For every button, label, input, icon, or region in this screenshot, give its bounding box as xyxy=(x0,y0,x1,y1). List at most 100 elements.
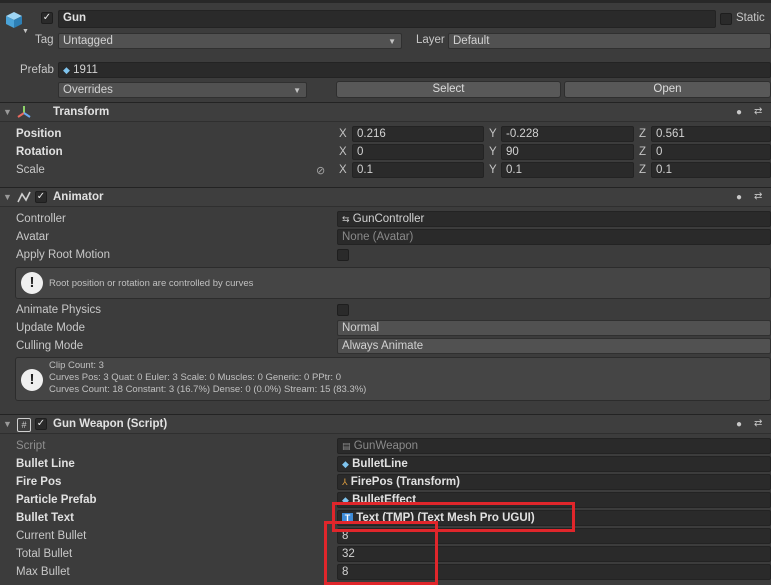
foldout-arrow-icon[interactable]: ▼ xyxy=(3,192,12,202)
scale-z-field[interactable]: 0.1 xyxy=(651,162,771,178)
help-icon[interactable]: ● xyxy=(736,419,742,430)
scale-z-axis[interactable]: Z xyxy=(639,164,646,176)
controller-value: GunController xyxy=(352,213,425,225)
select-button[interactable]: Select xyxy=(336,81,561,98)
preset-icon[interactable]: ⇄ xyxy=(754,418,762,429)
update-mode-label: Update Mode xyxy=(16,322,86,334)
object-name: Gun xyxy=(63,12,86,24)
fire-pos-label: Fire Pos xyxy=(16,476,62,488)
preset-icon[interactable]: ⇄ xyxy=(754,106,762,117)
position-z-axis[interactable]: Z xyxy=(639,128,646,140)
prefab-field[interactable]: ◆ 1911 xyxy=(58,62,771,78)
top-strip xyxy=(0,0,771,3)
position-x-axis[interactable]: X xyxy=(339,128,347,140)
rotation-z-field[interactable]: 0 xyxy=(651,144,771,160)
script-value: GunWeapon xyxy=(353,440,419,452)
script-field: ▤ GunWeapon xyxy=(337,438,771,454)
root-motion-label: Apply Root Motion xyxy=(16,249,110,261)
animate-physics-checkbox[interactable] xyxy=(337,304,349,316)
fire-pos-field[interactable]: ⅄ FirePos (Transform) xyxy=(337,474,771,490)
position-y-field[interactable]: -0.228 xyxy=(501,126,634,142)
help-icon[interactable]: ● xyxy=(736,192,742,203)
info-icon: ! xyxy=(21,369,43,391)
help-icon[interactable]: ● xyxy=(736,107,742,118)
culling-mode-label: Culling Mode xyxy=(16,340,84,352)
transform-icon: ⅄ xyxy=(342,477,348,487)
prefab-label: Prefab xyxy=(20,64,54,76)
avatar-field[interactable]: None (Avatar) xyxy=(337,229,771,245)
foldout-arrow-icon[interactable]: ▼ xyxy=(3,107,12,117)
scale-y-axis[interactable]: Y xyxy=(489,164,497,176)
scale-x-field[interactable]: 0.1 xyxy=(352,162,484,178)
animator-icon xyxy=(17,191,31,206)
transform-icon xyxy=(17,105,31,122)
bullet-line-field[interactable]: ◆ BulletLine xyxy=(337,456,771,472)
position-y-axis[interactable]: Y xyxy=(489,128,497,140)
animator-header[interactable]: ▼ ✓ Animator ● ⇄ xyxy=(0,187,771,207)
transform-header[interactable]: ▼ Transform ● ⇄ xyxy=(0,102,771,122)
rotation-x-field[interactable]: 0 xyxy=(352,144,484,160)
rotation-y-field[interactable]: 90 xyxy=(501,144,634,160)
position-x-field[interactable]: 0.216 xyxy=(352,126,484,142)
object-name-field[interactable]: Gun xyxy=(58,10,716,28)
static-checkbox[interactable] xyxy=(720,13,732,25)
scale-y-field[interactable]: 0.1 xyxy=(501,162,634,178)
animator-enabled-checkbox[interactable]: ✓ xyxy=(35,191,47,203)
chevron-down-icon: ▼ xyxy=(293,86,301,95)
rotation-y-axis[interactable]: Y xyxy=(489,146,497,158)
bullet-text-label: Bullet Text xyxy=(16,512,74,524)
script-file-icon: ▤ xyxy=(342,441,351,451)
gunweapon-header[interactable]: ▼ # ✓ Gun Weapon (Script) ● ⇄ xyxy=(0,414,771,434)
controller-icon: ⇆ xyxy=(342,214,350,224)
bullet-line-value: BulletLine xyxy=(352,458,408,470)
cube-dropdown-arrow[interactable]: ▼ xyxy=(22,28,29,35)
curves-pos-text: Curves Pos: 3 Quat: 0 Euler: 3 Scale: 0 … xyxy=(49,372,341,383)
rotation-label: Rotation xyxy=(16,146,63,158)
open-button[interactable]: Open xyxy=(564,81,771,98)
avatar-label: Avatar xyxy=(16,231,50,243)
overrides-dropdown[interactable]: Overrides ▼ xyxy=(58,82,307,98)
fire-pos-value: FirePos (Transform) xyxy=(350,476,460,488)
root-motion-help-text: Root position or rotation are controlled… xyxy=(49,278,254,289)
bullet-line-label: Bullet Line xyxy=(16,458,75,470)
active-checkbox[interactable]: ✓ xyxy=(41,12,53,24)
particle-prefab-label: Particle Prefab xyxy=(16,494,97,506)
link-icon[interactable]: ⊘ xyxy=(316,164,325,177)
rotation-x-axis[interactable]: X xyxy=(339,146,347,158)
animator-title: Animator xyxy=(53,191,104,203)
info-icon: ! xyxy=(21,272,43,294)
layer-dropdown[interactable]: Default xyxy=(448,33,771,49)
max-bullet-label: Max Bullet xyxy=(16,566,70,578)
preset-icon[interactable]: ⇄ xyxy=(754,191,762,202)
animate-physics-label: Animate Physics xyxy=(16,304,102,316)
prefab-icon: ◆ xyxy=(63,65,70,75)
gunweapon-title: Gun Weapon (Script) xyxy=(53,418,168,430)
rotation-z-axis[interactable]: Z xyxy=(639,146,646,158)
position-z-field[interactable]: 0.561 xyxy=(651,126,771,142)
script-icon: # xyxy=(17,418,31,432)
script-label: Script xyxy=(16,440,46,452)
root-motion-helpbox: ! Root position or rotation are controll… xyxy=(15,267,771,299)
controller-field[interactable]: ⇆ GunController xyxy=(337,211,771,227)
position-label: Position xyxy=(16,128,62,140)
update-mode-dropdown[interactable]: Normal xyxy=(337,320,771,336)
static-label: Static xyxy=(736,12,765,24)
gunweapon-enabled-checkbox[interactable]: ✓ xyxy=(35,418,47,430)
scale-x-axis[interactable]: X xyxy=(339,164,347,176)
layer-label: Layer xyxy=(416,34,445,46)
cube-icon xyxy=(4,10,24,30)
tag-value: Untagged xyxy=(63,35,113,47)
tag-label: Tag xyxy=(35,34,54,46)
prefab-icon: ◆ xyxy=(342,459,349,469)
tag-dropdown[interactable]: Untagged ▼ xyxy=(58,33,402,49)
current-bullet-label: Current Bullet xyxy=(16,530,87,542)
foldout-arrow-icon[interactable]: ▼ xyxy=(3,419,12,429)
overrides-label: Overrides xyxy=(63,84,113,96)
culling-mode-dropdown[interactable]: Always Animate xyxy=(337,338,771,354)
total-bullet-label: Total Bullet xyxy=(16,548,73,560)
scale-label: Scale xyxy=(16,164,45,176)
transform-title: Transform xyxy=(53,106,110,118)
root-motion-checkbox[interactable] xyxy=(337,249,349,261)
prefab-value: 1911 xyxy=(73,64,98,76)
clip-count-text: Clip Count: 3 xyxy=(49,360,104,371)
